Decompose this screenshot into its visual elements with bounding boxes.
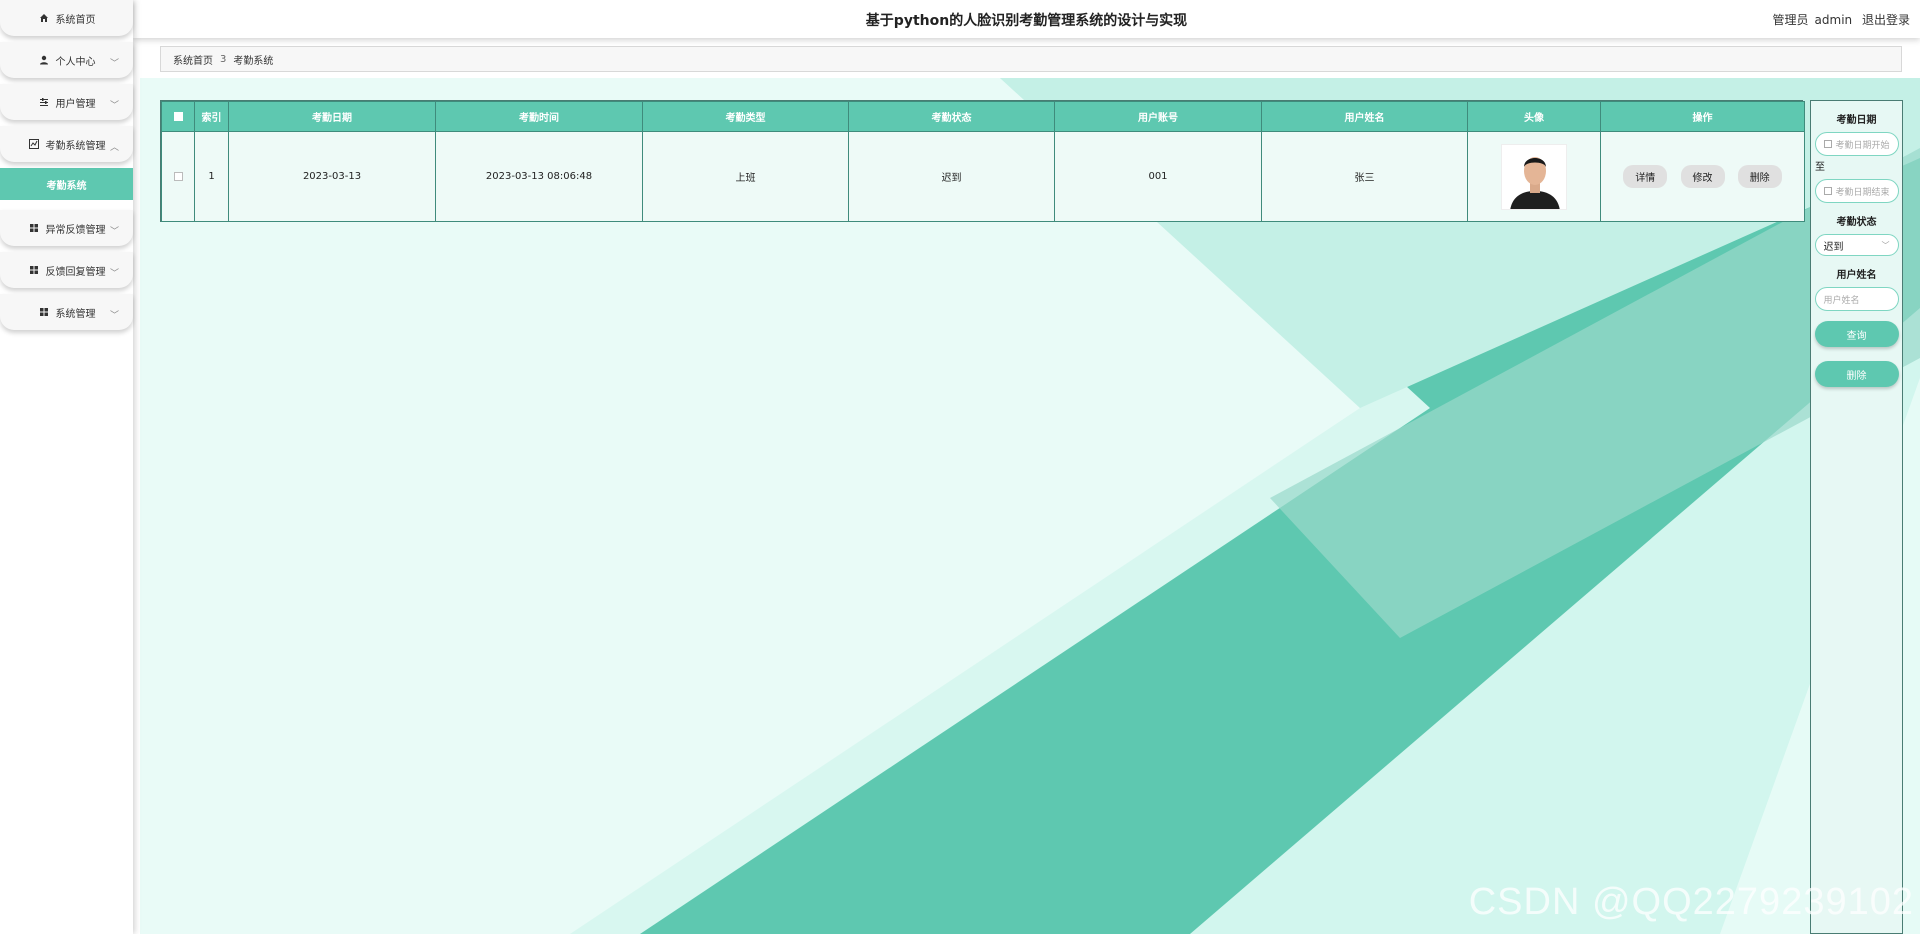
calendar-icon <box>1823 140 1832 148</box>
date-end-input[interactable]: 考勤日期结束 <box>1814 179 1899 203</box>
cell-type: 上班 <box>642 131 849 222</box>
grid-icon <box>28 222 40 234</box>
date-label: 考勤日期 <box>1836 115 1877 126</box>
column-header: 用户姓名 <box>1261 101 1468 132</box>
data-table: 索引 考勤日期 考勤时间 考勤类型 考勤状态 用户账号 用户姓名 头像 操作 1… <box>161 101 1805 222</box>
sidebar-item-label: 反馈回复管理 <box>45 266 106 278</box>
sidebar-item-home[interactable]: 系统首页 <box>0 0 133 36</box>
date-end-placeholder: 考勤日期结束 <box>1835 187 1890 198</box>
sidebar-subitem-attendance[interactable]: 考勤系统 <box>0 168 133 200</box>
column-header: 考勤日期 <box>228 101 436 132</box>
cell-time: 2023-03-13 08:06:48 <box>435 131 643 222</box>
sidebar: 系统首页 个人中心 ﹀ 用户管理 ﹀ 考勤系统管理 ︿ 考勤系统 异常反馈管理 … <box>0 0 133 934</box>
attendance-table: 索引 考勤日期 考勤时间 考勤类型 考勤状态 用户账号 用户姓名 头像 操作 1… <box>160 100 1805 222</box>
date-start-input[interactable]: 考勤日期开始 <box>1814 132 1899 156</box>
breadcrumb-separator: 3 <box>220 53 227 65</box>
avatar-portrait-icon <box>1502 144 1566 209</box>
chevron-down-icon: ﹀ <box>109 269 119 279</box>
name-placeholder: 用户姓名 <box>1823 295 1860 306</box>
delete-row-button[interactable]: 删除 <box>1737 165 1782 188</box>
status-label: 考勤状态 <box>1836 217 1877 228</box>
table-header-row: 索引 考勤日期 考勤时间 考勤类型 考勤状态 用户账号 用户姓名 头像 操作 <box>161 101 1805 132</box>
chevron-down-icon: ﹀ <box>109 311 119 321</box>
query-button[interactable]: 查询 <box>1814 321 1899 347</box>
page-title: 基于python的人脸识别考勤管理系统的设计与实现 <box>865 13 1188 29</box>
column-header: 索引 <box>194 101 229 132</box>
cell-status: 迟到 <box>848 131 1055 222</box>
sidebar-item-exception-feedback[interactable]: 异常反馈管理 ﹀ <box>0 210 133 246</box>
cell-name: 张三 <box>1261 131 1468 222</box>
breadcrumb-home[interactable]: 系统首页 <box>173 52 213 67</box>
name-input[interactable]: 用户姓名 <box>1814 287 1899 311</box>
status-selected-value: 迟到 <box>1823 241 1844 253</box>
sidebar-item-label: 个人中心 <box>55 56 96 68</box>
cell-index: 1 <box>194 131 229 222</box>
sidebar-subitem-label: 考勤系统 <box>46 180 87 192</box>
sidebar-item-label: 考勤系统管理 <box>45 140 106 152</box>
chevron-down-icon: ﹀ <box>109 59 119 69</box>
user-name: admin <box>1814 13 1853 27</box>
chevron-up-icon: ︿ <box>109 143 119 153</box>
select-all-cell[interactable] <box>161 101 195 132</box>
search-panel: 考勤日期 考勤日期开始 至 考勤日期结束 考勤状态 迟到 ﹀ 用户姓名 用户姓名… <box>1810 100 1903 934</box>
breadcrumb-current: 考勤系统 <box>233 55 274 67</box>
sidebar-item-feedback-reply[interactable]: 反馈回复管理 ﹀ <box>0 252 133 288</box>
user-icon <box>38 54 50 66</box>
cell-date: 2023-03-13 <box>228 131 436 222</box>
sidebar-item-system[interactable]: 系统管理 ﹀ <box>0 294 133 330</box>
user-info: 管理员 admin 退出登录 <box>1767 11 1910 28</box>
column-header: 考勤时间 <box>435 101 643 132</box>
home-icon <box>38 12 50 24</box>
grid-icon <box>38 306 50 318</box>
watermark: CSDN @QQ2279239102 <box>1468 881 1914 923</box>
chevron-down-icon: ﹀ <box>109 227 119 237</box>
date-start-placeholder: 考勤日期开始 <box>1835 140 1890 151</box>
sidebar-item-label: 用户管理 <box>55 98 96 110</box>
select-all-checkbox[interactable] <box>173 111 183 121</box>
sidebar-item-label: 异常反馈管理 <box>45 224 106 236</box>
cell-avatar <box>1467 131 1601 222</box>
name-label: 用户姓名 <box>1836 270 1877 281</box>
sidebar-item-label: 系统管理 <box>55 308 96 320</box>
date-range-separator: 至 <box>1815 162 1825 173</box>
cell-account: 001 <box>1054 131 1262 222</box>
row-select-cell[interactable] <box>161 131 195 222</box>
status-select[interactable]: 迟到 ﹀ <box>1814 234 1899 256</box>
sidebar-item-label: 系统首页 <box>55 14 96 26</box>
sidebar-menu: 系统首页 个人中心 ﹀ 用户管理 ﹀ 考勤系统管理 ︿ 考勤系统 异常反馈管理 … <box>0 0 133 330</box>
batch-delete-button[interactable]: 删除 <box>1814 361 1899 387</box>
grid-icon <box>28 264 40 276</box>
avatar <box>1501 143 1567 210</box>
sidebar-item-users[interactable]: 用户管理 ﹀ <box>0 84 133 120</box>
chevron-down-icon: ﹀ <box>109 101 119 111</box>
column-header: 头像 <box>1467 101 1601 132</box>
user-role: 管理员 <box>1772 13 1809 27</box>
sidebar-item-attendance-mgmt[interactable]: 考勤系统管理 ︿ <box>0 126 133 162</box>
sliders-icon <box>38 96 50 108</box>
calendar-icon <box>1823 187 1832 195</box>
column-header: 操作 <box>1600 101 1805 132</box>
breadcrumb: 系统首页 3 考勤系统 <box>160 46 1902 72</box>
column-header: 用户账号 <box>1054 101 1262 132</box>
row-checkbox[interactable] <box>173 171 183 181</box>
chart-icon <box>28 138 40 150</box>
detail-button[interactable]: 详情 <box>1623 165 1668 188</box>
sidebar-item-profile[interactable]: 个人中心 ﹀ <box>0 42 133 78</box>
cell-actions: 详情 修改 删除 <box>1600 131 1805 222</box>
table-row: 1 2023-03-13 2023-03-13 08:06:48 上班 迟到 0… <box>161 131 1805 222</box>
column-header: 考勤状态 <box>848 101 1055 132</box>
edit-button[interactable]: 修改 <box>1680 165 1725 188</box>
column-header: 考勤类型 <box>642 101 849 132</box>
top-header: 基于python的人脸识别考勤管理系统的设计与实现 管理员 admin 退出登录 <box>133 0 1920 38</box>
chevron-down-icon: ﹀ <box>1881 240 1890 250</box>
logout-link[interactable]: 退出登录 <box>1862 13 1910 27</box>
